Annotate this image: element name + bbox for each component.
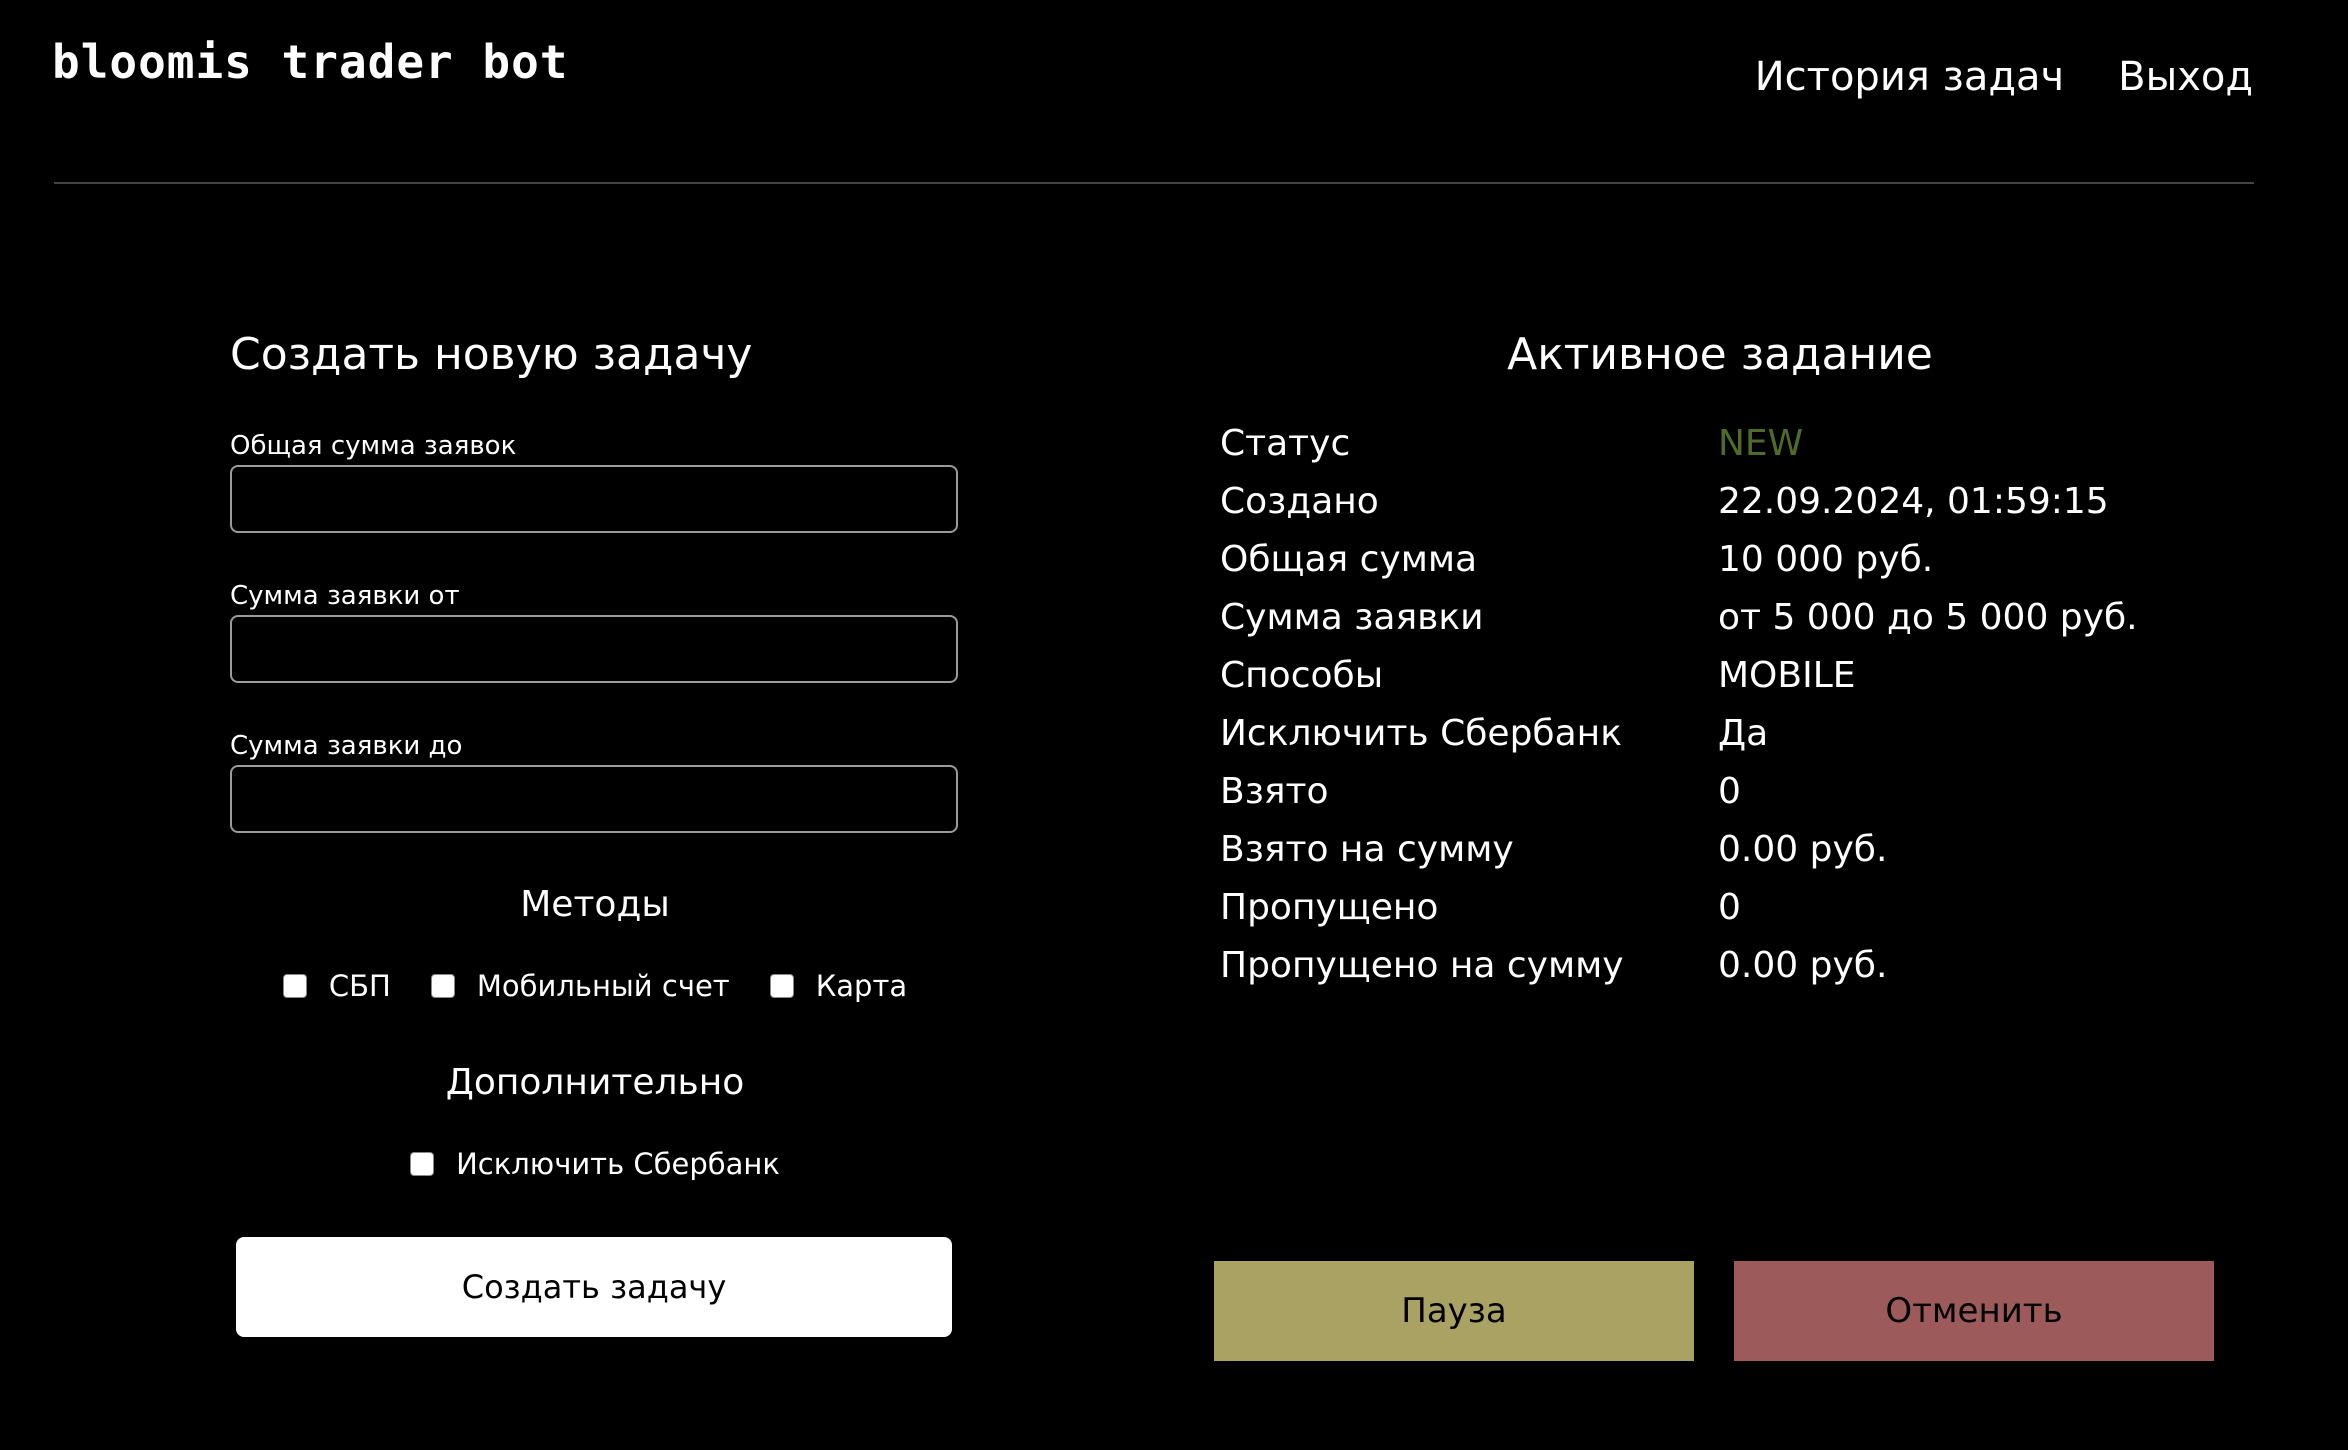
active-task-title: Активное задание bbox=[1507, 329, 1933, 380]
method-mobile-option[interactable]: Мобильный счет bbox=[430, 969, 730, 1003]
exclude-sberbank-checkbox[interactable] bbox=[410, 1152, 435, 1176]
info-label: Пропущено bbox=[1220, 887, 1439, 928]
info-value: от 5 000 до 5 000 руб. bbox=[1718, 597, 2138, 638]
create-task-form: Создать новую задачу Общая сумма заявок … bbox=[230, 325, 960, 1337]
info-row-status: Статус NEW bbox=[1220, 415, 2220, 473]
info-label: Общая сумма bbox=[1220, 539, 1478, 580]
nav-logout[interactable]: Выход bbox=[2118, 45, 2253, 109]
method-sbp-option[interactable]: СБП bbox=[282, 969, 391, 1003]
info-value: MOBILE bbox=[1718, 655, 1856, 696]
active-task-actions: Пауза Отменить bbox=[1214, 1261, 2214, 1361]
info-row-taken: Взято 0 bbox=[1220, 763, 2220, 821]
amount-from-input[interactable] bbox=[230, 615, 958, 683]
method-card-option[interactable]: Карта bbox=[769, 969, 908, 1003]
app-logo: bloomis trader bot bbox=[52, 35, 569, 89]
info-value: Да bbox=[1718, 713, 1769, 754]
amount-to-input[interactable] bbox=[230, 765, 958, 833]
info-label: Статус bbox=[1220, 423, 1351, 464]
info-row-exclude-sberbank: Исключить Сбербанк Да bbox=[1220, 705, 2220, 763]
info-value: 0 bbox=[1718, 771, 1741, 812]
active-task-panel: Активное задание Статус NEW Создано 22.0… bbox=[1220, 325, 2220, 995]
total-amount-input[interactable] bbox=[230, 465, 958, 533]
nav-task-history[interactable]: История задач bbox=[1755, 45, 2064, 109]
method-card-checkbox[interactable] bbox=[769, 974, 794, 998]
amount-from-field: Сумма заявки от bbox=[230, 581, 960, 683]
info-row-amount-range: Сумма заявки от 5 000 до 5 000 руб. bbox=[1220, 589, 2220, 647]
method-mobile-checkbox[interactable] bbox=[430, 974, 455, 998]
method-card-label: Карта bbox=[815, 969, 908, 1003]
methods-checkbox-group: СБП Мобильный счет Карта bbox=[230, 969, 960, 1003]
info-row-created: Создано 22.09.2024, 01:59:15 bbox=[1220, 473, 2220, 531]
info-value: 0 bbox=[1718, 887, 1741, 928]
info-row-skipped-amount: Пропущено на сумму 0.00 руб. bbox=[1220, 937, 2220, 995]
top-nav: История задач Выход bbox=[1755, 45, 2253, 109]
info-row-total: Общая сумма 10 000 руб. bbox=[1220, 531, 2220, 589]
info-value: 0.00 руб. bbox=[1718, 945, 1888, 986]
total-amount-field: Общая сумма заявок bbox=[230, 431, 960, 533]
exclude-sberbank-label: Исключить Сбербанк bbox=[456, 1147, 780, 1181]
info-label: Взято на сумму bbox=[1220, 829, 1514, 870]
total-amount-label: Общая сумма заявок bbox=[230, 431, 517, 461]
method-sbp-checkbox[interactable] bbox=[282, 974, 307, 998]
amount-to-field: Сумма заявки до bbox=[230, 731, 960, 833]
status-badge: NEW bbox=[1718, 423, 1804, 464]
method-mobile-label: Мобильный счет bbox=[476, 969, 730, 1003]
amount-to-label: Сумма заявки до bbox=[230, 731, 463, 761]
exclude-sberbank-option[interactable]: Исключить Сбербанк bbox=[410, 1147, 780, 1181]
info-label: Сумма заявки bbox=[1220, 597, 1484, 638]
info-value: 22.09.2024, 01:59:15 bbox=[1718, 481, 2109, 522]
method-sbp-label: СБП bbox=[328, 969, 391, 1003]
info-row-skipped: Пропущено 0 bbox=[1220, 879, 2220, 937]
info-label: Способы bbox=[1220, 655, 1384, 696]
create-task-button[interactable]: Создать задачу bbox=[236, 1237, 952, 1337]
info-label: Исключить Сбербанк bbox=[1220, 713, 1622, 754]
header-divider bbox=[54, 182, 2254, 184]
form-title: Создать новую задачу bbox=[230, 329, 753, 380]
cancel-button[interactable]: Отменить bbox=[1734, 1261, 2214, 1361]
pause-button[interactable]: Пауза bbox=[1214, 1261, 1694, 1361]
info-value: 10 000 руб. bbox=[1718, 539, 1934, 580]
info-label: Пропущено на сумму bbox=[1220, 945, 1624, 986]
amount-from-label: Сумма заявки от bbox=[230, 581, 460, 611]
info-label: Создано bbox=[1220, 481, 1379, 522]
info-row-methods: Способы MOBILE bbox=[1220, 647, 2220, 705]
info-row-taken-amount: Взято на сумму 0.00 руб. bbox=[1220, 821, 2220, 879]
extra-checkbox-group: Исключить Сбербанк bbox=[230, 1147, 960, 1181]
extra-title: Дополнительно bbox=[445, 1062, 745, 1103]
info-label: Взято bbox=[1220, 771, 1329, 812]
methods-title: Методы bbox=[520, 884, 670, 925]
info-value: 0.00 руб. bbox=[1718, 829, 1888, 870]
